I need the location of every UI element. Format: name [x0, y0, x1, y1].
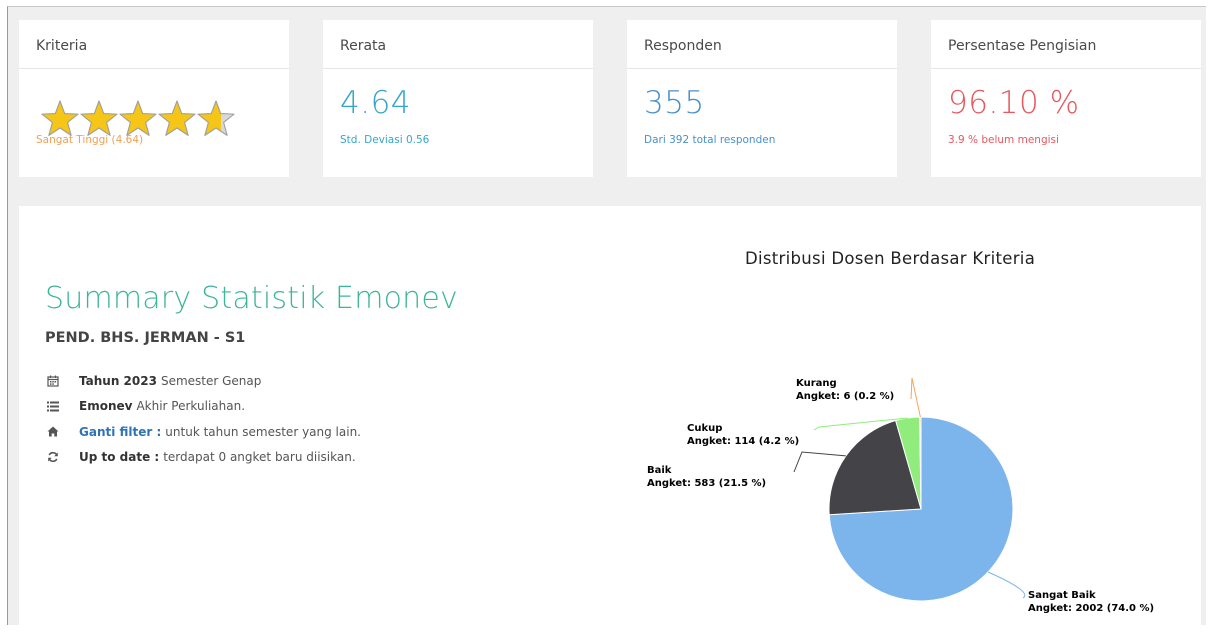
pie-label-value: Angket: 6 (0.2 %): [796, 391, 894, 402]
persentase-card: Persentase Pengisian 96.10 % 3.9 % belum…: [931, 20, 1201, 177]
rerata-card-title: Rerata: [323, 20, 593, 69]
star-icon: [197, 100, 235, 136]
pie-label-name: Kurang: [796, 378, 837, 389]
pie-label-value: Angket: 2002 (74.0 %): [1028, 603, 1154, 614]
rerata-card: Rerata 4.64 Std. Deviasi 0.56: [323, 20, 593, 177]
pie-chart: Sangat Baik Angket: 2002 (74.0 %) Baik Angk…: [647, 377, 1154, 614]
pie-label-value: Angket: 114 (4.2 %): [687, 436, 799, 447]
star-icon: [158, 100, 196, 136]
responden-card-title: Responden: [627, 20, 897, 69]
star-icon: [119, 100, 157, 136]
star-icon: [80, 100, 118, 136]
summary-panel: Summary Statistik Emonev PEND. BHS. JERM…: [19, 206, 1201, 632]
star-icon: [41, 100, 79, 136]
persentase-card-title: Persentase Pengisian: [931, 20, 1201, 69]
dashboard-frame: Kriteria Sangat Tinggi (4.64) Rerata 4.6…: [7, 6, 1206, 632]
pie-connector: [987, 571, 1026, 599]
kriteria-caption: Sangat Tinggi (4.64): [36, 134, 144, 146]
star-rating: [40, 99, 235, 137]
persentase-value: 96.10 %: [948, 85, 1080, 121]
persentase-caption: 3.9 % belum mengisi: [948, 134, 1059, 146]
pie-label-name: Cukup: [687, 423, 722, 434]
responden-caption: Dari 392 total responden: [644, 134, 776, 146]
rerata-caption: Std. Deviasi 0.56: [340, 134, 430, 146]
pie-label-value: Angket: 583 (21.5 %): [647, 478, 766, 489]
pie-connector: [910, 377, 921, 418]
responden-card: Responden 355 Dari 392 total responden: [627, 20, 897, 177]
kriteria-card-title: Kriteria: [19, 20, 289, 69]
pie-label-name: Baik: [647, 465, 672, 476]
rerata-value: 4.64: [340, 85, 412, 121]
responden-value: 355: [644, 85, 705, 121]
pie-label-name: Sangat Baik: [1028, 590, 1096, 601]
kriteria-card: Kriteria Sangat Tinggi (4.64): [19, 20, 289, 177]
